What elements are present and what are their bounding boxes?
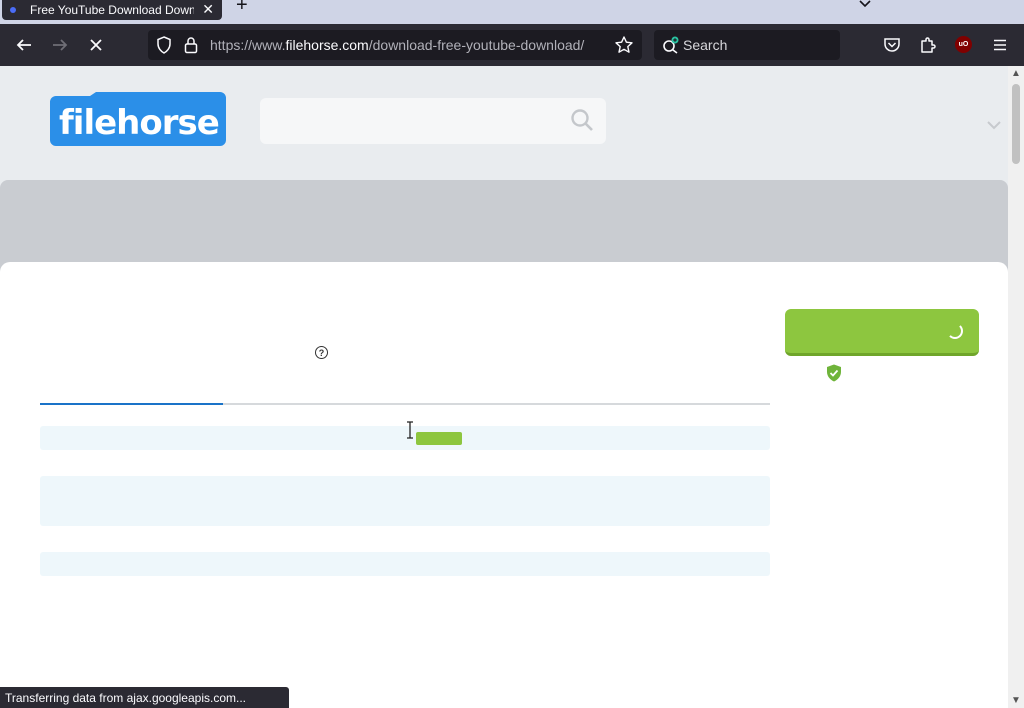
puzzle-icon[interactable] (918, 35, 938, 55)
url-path: /download-free-youtube-download/ (368, 37, 585, 53)
stop-button[interactable] (84, 34, 108, 56)
shield-icon[interactable] (156, 36, 172, 59)
search-icon[interactable] (570, 108, 594, 137)
arrow-right-icon (53, 39, 68, 51)
url-domain: filehorse.com (285, 37, 369, 53)
download-button[interactable] (785, 309, 979, 356)
ublock-icon[interactable]: uO (955, 36, 972, 53)
tab-list-chevron-icon[interactable] (858, 0, 872, 12)
pocket-icon[interactable] (882, 35, 902, 55)
url-text[interactable]: https://www.filehorse.com/download-free-… (210, 37, 584, 53)
url-prefix: https://www. (210, 37, 286, 53)
loading-badge (416, 432, 462, 445)
star-icon[interactable] (614, 35, 634, 60)
browser-tab[interactable]: Free YouTube Download Downl ✕ (2, 0, 222, 20)
site-search-input[interactable] (260, 98, 606, 144)
filehorse-logo[interactable]: filehorse (48, 92, 228, 146)
tab-close-icon[interactable]: ✕ (202, 0, 214, 18)
shield-check-icon (826, 364, 842, 387)
tab-strip: Free YouTube Download Downl ✕ + (0, 0, 1024, 24)
hamburger-icon[interactable] (990, 35, 1010, 55)
back-button[interactable] (12, 34, 36, 56)
content-tabs (40, 403, 770, 405)
page-content: filehorse ? (0, 66, 1008, 708)
url-bar[interactable]: https://www.filehorse.com/download-free-… (148, 30, 642, 60)
forward-button[interactable] (48, 34, 72, 56)
close-icon (90, 39, 102, 51)
page-scrollbar[interactable]: ▲ ▼ (1008, 66, 1024, 708)
chevron-down-icon[interactable] (986, 118, 1002, 136)
lock-icon[interactable] (184, 36, 198, 59)
nav-toolbar: https://www.filehorse.com/download-free-… (0, 24, 1024, 66)
loading-placeholder (40, 476, 770, 526)
status-bar: Transferring data from ajax.googleapis.c… (0, 687, 289, 708)
scroll-up-icon[interactable]: ▲ (1011, 68, 1021, 79)
logo-text: filehorse (59, 103, 219, 143)
browser-search-bar[interactable]: Search (654, 30, 840, 60)
arrow-left-icon (16, 39, 31, 51)
search-engine-icon (662, 36, 680, 59)
spinner-icon (947, 323, 963, 339)
loading-placeholder (40, 552, 770, 576)
favicon-icon (10, 7, 16, 13)
search-placeholder: Search (683, 37, 728, 53)
new-tab-button[interactable]: + (236, 0, 248, 17)
tab-active-indicator[interactable] (40, 403, 223, 405)
help-icon[interactable]: ? (315, 346, 328, 359)
tab-title: Free YouTube Download Downl (30, 3, 194, 17)
text-cursor-icon (405, 421, 415, 444)
scrollbar-thumb[interactable] (1012, 84, 1020, 164)
scroll-down-icon[interactable]: ▼ (1011, 695, 1021, 706)
